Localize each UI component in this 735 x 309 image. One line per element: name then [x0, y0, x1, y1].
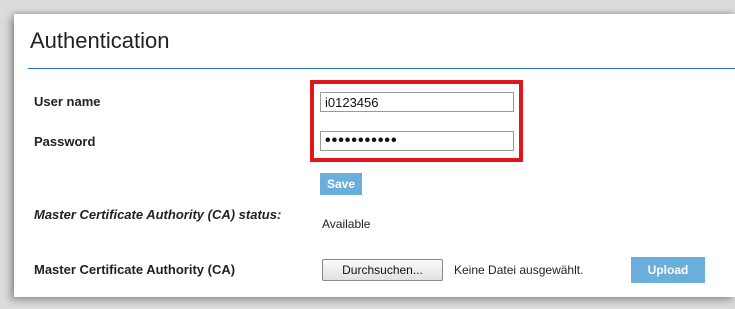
save-button[interactable]: Save [320, 173, 362, 195]
password-label: Password [34, 134, 96, 149]
browse-button[interactable]: Durchsuchen... [322, 259, 443, 281]
authentication-panel: Authentication User name Password ••••••… [14, 14, 735, 297]
file-status-text: Keine Datei ausgewählt. [454, 263, 584, 277]
ca-status-value: Available [322, 217, 371, 231]
ca-label: Master Certificate Authority (CA) [34, 262, 236, 277]
ca-status-label: Master Certificate Authority (CA) status… [34, 207, 282, 222]
password-input[interactable]: ••••••••••• [320, 131, 514, 151]
upload-button[interactable]: Upload [631, 257, 705, 283]
section-title: Authentication [30, 28, 170, 53]
username-label: User name [34, 94, 101, 109]
username-input[interactable] [320, 92, 514, 112]
title-divider [28, 68, 735, 69]
